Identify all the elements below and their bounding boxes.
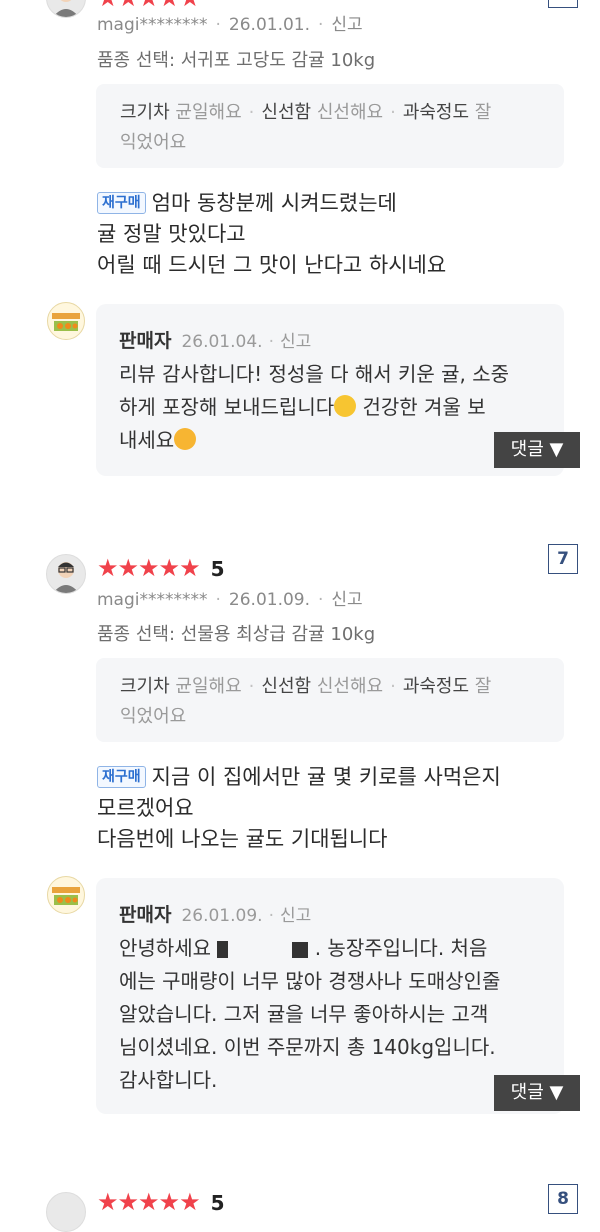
review-line: 귤 정말 맛있다고 bbox=[97, 222, 246, 246]
reply-line: 건강한 겨울 보 bbox=[356, 395, 486, 419]
review-date: 26.01.01. bbox=[228, 15, 311, 35]
attr-ripe-value: 잘 bbox=[474, 102, 492, 123]
review-line: 지금 이 집에서만 귤 몇 키로를 사먹은지 bbox=[151, 765, 501, 789]
reply-line: 안녕하세요 bbox=[119, 936, 211, 960]
attr-size-value: 균일해요 bbox=[175, 676, 242, 697]
review-body: 재구매 엄마 동창분께 시켜드렸는데 귤 정말 맛있다고 어릴 때 드시던 그 맛… bbox=[97, 188, 567, 281]
reply-line: 감사합니다. bbox=[119, 1068, 218, 1092]
seller-name: 판매자 bbox=[119, 904, 172, 926]
smile-emoji-icon bbox=[334, 395, 357, 417]
attribute-box: 크기차 균일해요 · 신선함 신선해요 · 과숙정도 잘 익었어요 bbox=[96, 658, 564, 742]
repurchase-badge: 재구매 bbox=[97, 766, 146, 788]
review-line: 모르겠어요 bbox=[97, 796, 194, 820]
seller-name: 판매자 bbox=[119, 330, 172, 352]
rating-stars: ★★★★★ bbox=[97, 0, 201, 10]
attr-ripe-label: 과숙정도 bbox=[402, 676, 470, 697]
review-meta: magi******** · 26.01.09. · 신고 bbox=[97, 590, 363, 610]
rating-stars: ★★★★★ bbox=[97, 1188, 201, 1216]
review-body: 재구매 지금 이 집에서만 귤 몇 키로를 사먹은지 모르겠어요 다음번에 나오는… bbox=[97, 762, 567, 855]
attr-ripe-value-cont: 익었어요 bbox=[120, 132, 187, 153]
reviewer-avatar bbox=[46, 1192, 86, 1232]
reply-body: 안녕하세요 . 농장주입니다. 처음 에는 구매량이 너무 많아 경쟁사나 도매… bbox=[119, 932, 559, 1097]
attr-fresh-label: 신선함 bbox=[261, 676, 312, 697]
attr-fresh-value: 신선해요 bbox=[316, 102, 384, 123]
variant-selection: 품종 선택: 서귀포 고당도 감귤 10kg bbox=[97, 50, 376, 71]
attr-ripe-value: 잘 bbox=[474, 676, 492, 697]
attribute-box: 크기차 균일해요 · 신선함 신선해요 · 과숙정도 잘 익었어요 bbox=[96, 84, 564, 168]
comment-toggle-button[interactable]: 댓글 ▼ bbox=[494, 432, 580, 468]
repurchase-badge: 재구매 bbox=[97, 192, 146, 214]
reply-header: 판매자 26.01.04. · 신고 bbox=[119, 330, 312, 352]
review-date: 26.01.09. bbox=[228, 590, 311, 610]
reply-line: 내세요 bbox=[119, 428, 175, 452]
attr-ripe-label: 과숙정도 bbox=[402, 102, 470, 123]
reviewer-avatar bbox=[46, 0, 86, 18]
reply-report-link[interactable]: 신고 bbox=[280, 906, 311, 926]
comment-toggle-button[interactable]: 댓글 ▼ bbox=[494, 1075, 580, 1111]
reply-line: 알았습니다. 그저 귤을 너무 좋아하시는 고객 bbox=[119, 1002, 489, 1026]
reviewer-avatar bbox=[46, 554, 86, 594]
redacted-block bbox=[292, 941, 309, 958]
attr-ripe-value-cont: 익었어요 bbox=[120, 706, 187, 727]
attr-fresh-value: 신선해요 bbox=[316, 676, 384, 697]
attr-size-label: 크기차 bbox=[120, 102, 170, 123]
review-number-box[interactable]: 7 bbox=[548, 544, 578, 574]
review-line: 어릴 때 드시던 그 맛이 난다고 하시네요 bbox=[97, 253, 447, 277]
review-line: 엄마 동창분께 시켜드렸는데 bbox=[151, 191, 397, 215]
attr-fresh-label: 신선함 bbox=[261, 102, 312, 123]
reply-body: 리뷰 감사합니다! 정성을 다 해서 키운 귤, 소중 하게 포장해 보내드립니… bbox=[119, 358, 559, 457]
attr-size-value: 균일해요 bbox=[175, 102, 242, 123]
reply-line: 에는 구매량이 너무 많아 경쟁사나 도매상인줄 bbox=[119, 969, 501, 993]
rating-row: ★★★★★ 5 bbox=[97, 556, 225, 581]
report-link[interactable]: 신고 bbox=[331, 590, 362, 610]
seller-avatar bbox=[47, 876, 85, 914]
reply-line: . 농장주입니다. 처음 bbox=[314, 936, 488, 960]
review-line: 다음번에 나오는 귤도 기대됩니다 bbox=[97, 827, 388, 851]
reply-line: 리뷰 감사합니다! 정성을 다 해서 키운 귤, 소중 bbox=[119, 362, 510, 386]
rating-row: ★★★★★ 5 bbox=[97, 1190, 225, 1215]
reviewer-id: magi******** bbox=[97, 15, 208, 35]
attr-size-label: 크기차 bbox=[120, 676, 170, 697]
reply-date: 26.01.04. bbox=[181, 332, 263, 352]
reply-line: 님이셨네요. 이번 주문까지 총 140kg입니다. bbox=[119, 1035, 496, 1059]
reply-report-link[interactable]: 신고 bbox=[280, 332, 311, 352]
reviewer-id: magi******** bbox=[97, 590, 208, 610]
seller-avatar bbox=[47, 302, 85, 340]
reply-header: 판매자 26.01.09. · 신고 bbox=[119, 904, 312, 926]
redacted-block bbox=[217, 941, 229, 958]
review-number-box[interactable]: 8 bbox=[548, 1184, 578, 1214]
rating-score: 5 bbox=[210, 1191, 225, 1215]
reply-line: 하게 포장해 보내드립니다 bbox=[119, 395, 335, 419]
rating-stars: ★★★★★ bbox=[97, 554, 201, 582]
hearts-face-emoji-icon bbox=[174, 428, 197, 450]
report-link[interactable]: 신고 bbox=[331, 15, 362, 35]
rating-score: 5 bbox=[210, 557, 225, 581]
review-number-box[interactable] bbox=[548, 0, 578, 8]
variant-selection: 품종 선택: 선물용 최상급 감귤 10kg bbox=[97, 624, 376, 645]
reply-date: 26.01.09. bbox=[181, 906, 263, 926]
review-meta: magi******** · 26.01.01. · 신고 bbox=[97, 15, 363, 35]
